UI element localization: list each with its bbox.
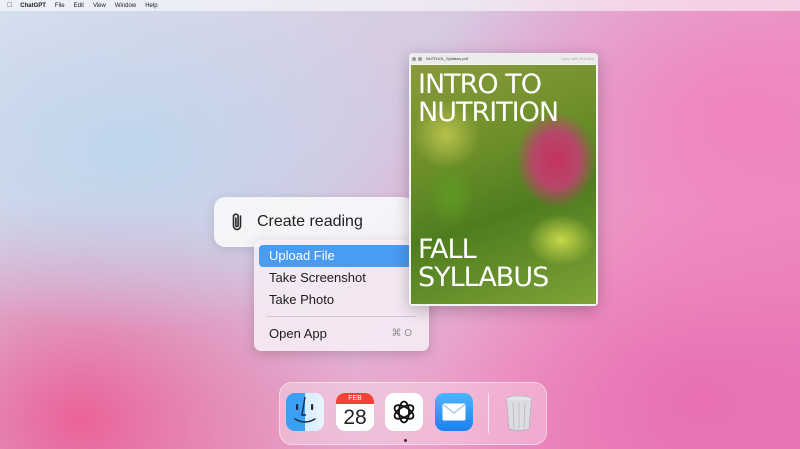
- open-with-preview-button[interactable]: Open with Preview: [561, 56, 594, 61]
- create-reading-label: Create reading: [257, 213, 363, 230]
- calendar-icon[interactable]: FEB 28: [336, 393, 374, 431]
- cover-subtitle: FALL SYLLABUS: [418, 234, 549, 293]
- pdf-preview-window[interactable]: NUTR101_Syllabus.pdf Open with Preview I…: [409, 53, 598, 306]
- menu-item-shortcut: ⌘ O: [391, 328, 412, 339]
- cover-subtitle-line2: SYLLABUS: [418, 262, 549, 293]
- pdf-filename: NUTR101_Syllabus.pdf: [426, 56, 468, 61]
- menu-item-open-app[interactable]: Open App ⌘ O: [259, 323, 424, 345]
- calendar-month: FEB: [336, 393, 374, 404]
- chatgpt-running-indicator: [404, 439, 407, 442]
- cover-title-line2: NUTRITION: [418, 97, 559, 128]
- dock-divider: [488, 393, 489, 433]
- pdf-page-cover: INTRO TO NUTRITION FALL SYLLABUS: [411, 65, 596, 304]
- trash-can-icon: [505, 395, 533, 431]
- chatgpt-icon[interactable]: [385, 393, 423, 431]
- menu-item-label: Open App: [269, 326, 327, 341]
- menu-item-take-screenshot[interactable]: Take Screenshot: [259, 267, 424, 289]
- menu-separator: [267, 316, 416, 317]
- menu-item-upload-file[interactable]: Upload File: [259, 245, 424, 267]
- paperclip-icon[interactable]: [228, 211, 248, 233]
- envelope-icon: [442, 403, 466, 421]
- minimize-window-icon[interactable]: [418, 56, 422, 61]
- chatgpt-knot-icon: [393, 400, 415, 424]
- menu-help[interactable]: Help: [145, 3, 157, 9]
- attach-menu: Upload File Take Screenshot Take Photo O…: [254, 240, 429, 351]
- trash-icon[interactable]: [500, 393, 538, 431]
- cover-title-line1: INTRO TO: [418, 69, 542, 100]
- finder-face-icon: [294, 396, 316, 423]
- menu-edit[interactable]: Edit: [74, 3, 84, 9]
- menu-view[interactable]: View: [93, 3, 106, 9]
- menu-file[interactable]: File: [55, 3, 65, 9]
- close-window-icon[interactable]: [412, 56, 416, 61]
- menu-app-name[interactable]: ChatGPT: [20, 3, 46, 9]
- cover-title: INTRO TO NUTRITION: [418, 69, 559, 128]
- menu-item-label: Upload File: [269, 248, 335, 263]
- pdf-title-bar: NUTR101_Syllabus.pdf Open with Preview: [409, 53, 598, 64]
- apple-logo-icon[interactable]: : [7, 2, 12, 9]
- mail-icon[interactable]: [435, 393, 473, 431]
- menu-bar:  ChatGPT File Edit View Window Help: [0, 0, 800, 11]
- menu-item-label: Take Photo: [269, 292, 335, 307]
- cover-subtitle-line1: FALL: [418, 234, 477, 265]
- menu-item-take-photo[interactable]: Take Photo: [259, 289, 424, 311]
- calendar-day: 28: [343, 406, 367, 429]
- finder-icon[interactable]: [286, 393, 324, 431]
- menu-item-label: Take Screenshot: [269, 270, 366, 285]
- dock: FEB 28: [279, 382, 547, 445]
- menu-window[interactable]: Window: [115, 3, 136, 9]
